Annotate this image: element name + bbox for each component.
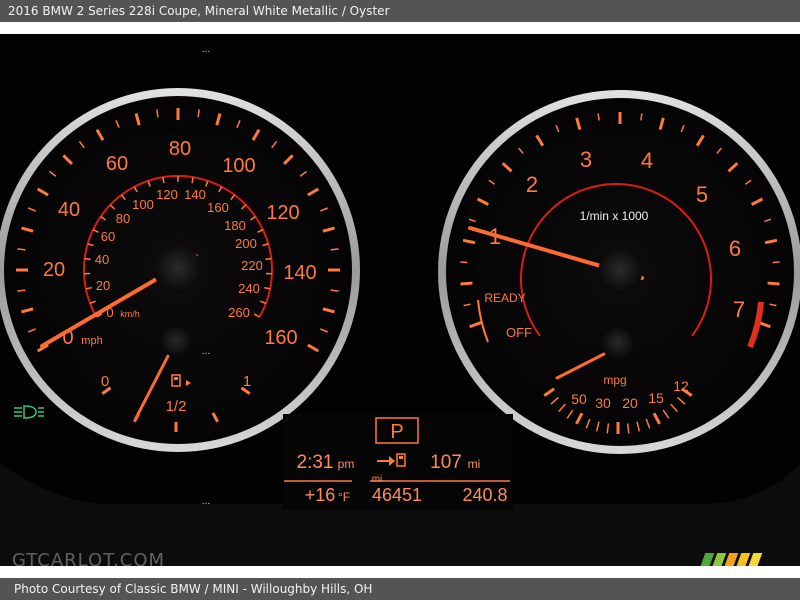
indicator-dots-bottom: ... <box>202 497 211 507</box>
instrument-cluster: 0 20 40 60 80 100 120 140 160 mph 0 20 4… <box>0 34 800 566</box>
fuel-full-label: 1 <box>243 373 251 390</box>
gear-indicator: P <box>390 421 403 443</box>
rpm-label-2: 2 <box>526 172 538 197</box>
vehicle-title: 2016 BMW 2 Series 228i Coupe, Mineral Wh… <box>8 4 390 18</box>
tick-mark <box>265 257 272 261</box>
clock-time: 2:31 <box>297 452 334 473</box>
off-label: OFF <box>506 325 532 340</box>
kmh-label-20: 20 <box>96 278 110 293</box>
kmh-label-120: 120 <box>156 187 178 202</box>
rpm-label-6: 6 <box>729 236 741 261</box>
mpg-unit-label: mpg <box>603 373 626 387</box>
temperature-unit: °F <box>338 490 350 504</box>
tachometer: 1 2 3 4 5 6 7 1/min x 1000 READY OFF mpg… <box>438 90 800 454</box>
odometer-value: 46451 <box>372 485 422 505</box>
trip-value: 240.8 <box>462 485 507 505</box>
tick-mark <box>84 257 91 261</box>
tick-mark <box>17 289 26 292</box>
kmh-label-260: 260 <box>228 305 250 320</box>
kmh-label-40: 40 <box>95 252 109 267</box>
footer-bar: Photo Courtesy of Classic BMW / MINI - W… <box>0 578 800 600</box>
fuel-hub <box>161 327 191 357</box>
fuel-half-label: 1/2 <box>166 398 187 415</box>
mph-label-100: 100 <box>222 155 255 177</box>
indicator-dots-mid: ... <box>202 347 211 357</box>
kmh-label-200: 200 <box>235 236 257 251</box>
rpm-label-3: 3 <box>580 147 592 172</box>
mpg-label-15: 15 <box>648 390 664 406</box>
kmh-label-80: 80 <box>116 211 130 226</box>
tick-mark <box>640 113 643 121</box>
range-unit: mi <box>468 457 481 471</box>
rpm-label-5: 5 <box>696 182 708 207</box>
mph-label-40: 40 <box>58 199 80 221</box>
mph-label-160: 160 <box>264 327 297 349</box>
mph-label-140: 140 <box>283 262 316 284</box>
range-value: 107 <box>430 452 462 473</box>
mph-label-20: 20 <box>43 259 65 281</box>
tick-mark <box>17 248 26 251</box>
indicator-dots-top: ... <box>202 45 211 55</box>
tachometer-unit-label: 1/min x 1000 <box>580 209 649 223</box>
kmh-label-100: 100 <box>132 197 154 212</box>
kmh-label-140: 140 <box>184 187 206 202</box>
rpm-label-7: 7 <box>733 297 745 322</box>
ready-label: READY <box>484 291 525 305</box>
clock-suffix: pm <box>338 457 355 471</box>
tick-mark <box>197 109 200 118</box>
mph-label-80: 80 <box>169 138 191 160</box>
mph-label-120: 120 <box>266 202 299 224</box>
mph-unit-label: mph <box>81 335 102 347</box>
fuel-empty-label: 0 <box>101 373 109 390</box>
kmh-label-220: 220 <box>241 258 263 273</box>
top-divider <box>0 22 800 34</box>
mpg-label-50: 50 <box>571 391 587 407</box>
kmh-unit-label: km/h <box>120 309 140 319</box>
mpg-label-30: 30 <box>595 395 611 411</box>
tick-mark <box>330 248 339 251</box>
tick-mark <box>156 109 159 118</box>
mpg-label-20: 20 <box>622 395 638 411</box>
tick-mark <box>597 113 600 121</box>
tick-mark <box>330 289 339 292</box>
speedometer-hub <box>154 246 202 294</box>
tick-mark <box>191 177 194 184</box>
mph-label-60: 60 <box>106 153 128 175</box>
mpg-label-12: 12 <box>673 378 689 394</box>
kmh-label-60: 60 <box>101 229 115 244</box>
tick-mark <box>162 177 165 184</box>
speedometer: 0 20 40 60 80 100 120 140 160 mph 0 20 4… <box>0 88 360 452</box>
header-bar: 2016 BMW 2 Series 228i Coupe, Mineral Wh… <box>0 0 800 22</box>
tachometer-hub <box>598 250 642 294</box>
tick-mark <box>772 282 780 285</box>
outside-temperature: +16 <box>305 485 336 505</box>
mpg-hub <box>602 328 634 360</box>
tick-mark <box>460 282 468 285</box>
bottom-divider <box>0 566 800 578</box>
odometer-unit: mi <box>372 474 383 485</box>
kmh-label-160: 160 <box>207 200 229 215</box>
photo-credit: Photo Courtesy of Classic BMW / MINI - W… <box>14 582 373 596</box>
kmh-label-240: 240 <box>238 281 260 296</box>
kmh-label-180: 180 <box>224 218 246 233</box>
rpm-label-4: 4 <box>641 148 653 173</box>
